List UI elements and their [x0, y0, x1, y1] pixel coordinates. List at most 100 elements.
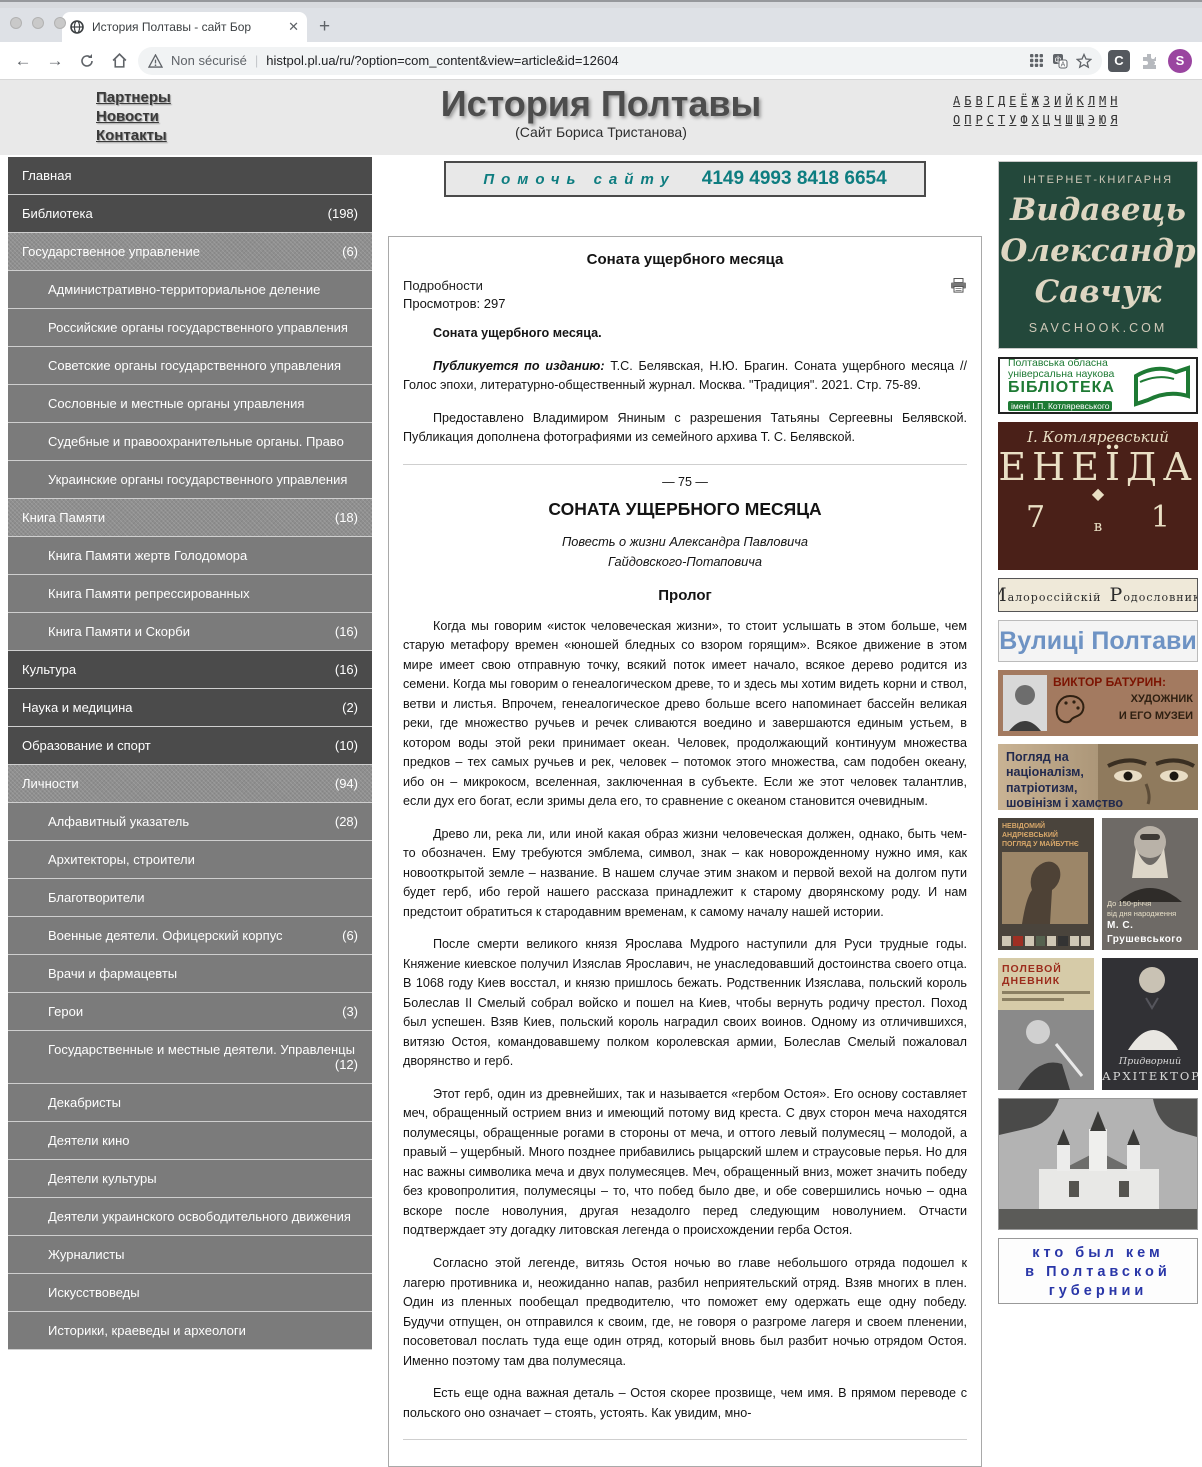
banner-savchuk-bookstore[interactable]: ІНТЕРНЕТ-КНИГАРНЯ Видавець Олександр Сав…	[998, 161, 1198, 349]
window-close-button[interactable]	[10, 17, 22, 29]
banner-rodoslovnik[interactable]: Малороссійскій Родословникъ	[998, 578, 1198, 612]
banner-field-diary[interactable]: ПОЛЕВОЙ ДНЕВНИК	[998, 958, 1094, 1090]
sidebar-menu-item[interactable]: Книга Памяти жертв Голодомора	[8, 537, 372, 575]
extensions-puzzle-icon[interactable]	[1136, 48, 1162, 74]
apps-grid-icon[interactable]	[1029, 53, 1044, 68]
sidebar-menu-item[interactable]: Наука и медицина (2)	[8, 689, 372, 727]
alphabet-letter-link[interactable]: Щ	[1077, 111, 1084, 130]
alphabet-letter-link[interactable]: Э	[1088, 111, 1095, 130]
alphabet-letter-link[interactable]: Ч	[1054, 111, 1061, 130]
sidebar-menu-item[interactable]: Государственное управление (6)	[8, 233, 372, 271]
security-label[interactable]: Non sécurisé	[171, 53, 247, 68]
donate-banner[interactable]: Помочь сайту 4149 4993 8418 6654	[444, 161, 926, 197]
alphabet-letter-link[interactable]: Ш	[1065, 111, 1072, 130]
alphabet-letter-link[interactable]: О	[953, 111, 960, 130]
sidebar-menu-item[interactable]: Благотворители	[8, 879, 372, 917]
sidebar-menu-item[interactable]: Культура (16)	[8, 651, 372, 689]
sidebar-menu-item[interactable]: Деятели кино	[8, 1122, 372, 1160]
alphabet-letter-link[interactable]: Б	[964, 92, 971, 111]
alphabet-letter-link[interactable]: Й	[1065, 92, 1072, 111]
banner-andrievsky-cover[interactable]: НЕВІДОМИЙ АНДРІЄВСЬКИЙ ПОГЛЯД У МАЙБУТНЄ	[998, 818, 1094, 950]
sidebar-menu-item[interactable]: Искусствоведы	[8, 1274, 372, 1312]
banner-kto-byl-kem[interactable]: кто был кемв Полтавскойгубернии	[998, 1238, 1198, 1304]
sidebar-item-count: (94)	[335, 776, 358, 791]
alphabet-letter-link[interactable]: Н	[1110, 92, 1117, 111]
alphabet-letter-link[interactable]: Т	[998, 111, 1005, 130]
profile-avatar[interactable]: S	[1168, 49, 1192, 73]
alphabet-letter-link[interactable]: Ц	[1043, 111, 1050, 130]
banner-baturyn[interactable]: ВИКТОР БАТУРИН: ХУДОЖНИК И ЕГО МУЗЕИ	[998, 670, 1198, 736]
sidebar-menu-item[interactable]: Советские органы государственного управл…	[8, 347, 372, 385]
sidebar-menu-item[interactable]: Образование и спорт (10)	[8, 727, 372, 765]
url-text[interactable]: histpol.pl.ua/ru/?option=com_content&vie…	[266, 53, 1021, 68]
bookmark-star-icon[interactable]	[1076, 53, 1092, 69]
reload-button[interactable]	[74, 48, 100, 74]
banner-vulytsi-poltavy[interactable]: Вулиці Полтави	[998, 620, 1198, 662]
browser-tab[interactable]: История Полтавы - сайт Бор ✕	[62, 12, 307, 42]
banner-hrushevsky[interactable]: До 150-річчя від дня народження М. С. Гр…	[1102, 818, 1198, 950]
alphabet-letter-link[interactable]: М	[1099, 92, 1106, 111]
sidebar-menu-item[interactable]: Государственные и местные деятели. Управ…	[8, 1031, 372, 1084]
sidebar-menu-item[interactable]: Сословные и местные органы управления	[8, 385, 372, 423]
sidebar-menu-item[interactable]: Герои (3)	[8, 993, 372, 1031]
body-paragraph: Когда мы говорим «исток человеческая жиз…	[403, 617, 967, 812]
alphabet-letter-link[interactable]: Д	[998, 92, 1005, 111]
alphabet-letter-link[interactable]: З	[1043, 92, 1050, 111]
globe-favicon-icon	[70, 20, 84, 34]
alphabet-letter-link[interactable]: Л	[1088, 92, 1095, 111]
alphabet-letter-link[interactable]: Ю	[1099, 111, 1106, 130]
alphabet-letter-link[interactable]: П	[964, 111, 971, 130]
sidebar-menu-item[interactable]: Деятели культуры	[8, 1160, 372, 1198]
forward-button[interactable]: →	[42, 48, 68, 74]
window-controls[interactable]	[10, 17, 66, 29]
sidebar-menu-item[interactable]: Главная	[8, 157, 372, 195]
sidebar-menu-item[interactable]: Книга Памяти и Скорби (16)	[8, 613, 372, 651]
sidebar-item-label: Архитекторы, строители	[48, 852, 195, 867]
sidebar-menu-item[interactable]: Книга Памяти (18)	[8, 499, 372, 537]
alphabet-letter-link[interactable]: С	[987, 111, 994, 130]
tab-close-icon[interactable]: ✕	[288, 19, 299, 35]
alphabet-letter-link[interactable]: Ф	[1020, 111, 1027, 130]
alphabet-letter-link[interactable]: И	[1054, 92, 1061, 111]
home-button[interactable]	[106, 48, 132, 74]
sidebar-menu-item[interactable]: Российские органы государственного управ…	[8, 309, 372, 347]
new-tab-button[interactable]: +	[319, 16, 330, 38]
sidebar-menu-item[interactable]: Деятели украинского освободительного дви…	[8, 1198, 372, 1236]
sidebar-menu-item[interactable]: Декабристы	[8, 1084, 372, 1122]
alphabet-letter-link[interactable]: Я	[1110, 111, 1117, 130]
sidebar-menu-item[interactable]: Книга Памяти репрессированных	[8, 575, 372, 613]
alphabet-letter-link[interactable]: А	[953, 92, 960, 111]
window-zoom-button[interactable]	[54, 17, 66, 29]
sidebar-menu-item[interactable]: Врачи и фармацевты	[8, 955, 372, 993]
alphabet-letter-link[interactable]: У	[1009, 111, 1016, 130]
sidebar-menu-item[interactable]: Журналисты	[8, 1236, 372, 1274]
back-button[interactable]: ←	[10, 48, 36, 74]
sidebar-menu-item[interactable]: Военные деятели. Офицерский корпус (6)	[8, 917, 372, 955]
sidebar-menu-item[interactable]: Алфавитный указатель (28)	[8, 803, 372, 841]
sidebar-menu-item[interactable]: Библиотека (198)	[8, 195, 372, 233]
sidebar-menu-item[interactable]: Административно-территориальное деление	[8, 271, 372, 309]
sidebar-menu-item[interactable]: Историки, краеведы и археологи	[8, 1312, 372, 1350]
banner-poltava-library[interactable]: Полтавська обласна універсальна наукова …	[998, 357, 1198, 414]
sidebar-menu-item[interactable]: Судебные и правоохранительные органы. Пр…	[8, 423, 372, 461]
sidebar-menu-item[interactable]: Личности (94)	[8, 765, 372, 803]
alphabet-letter-link[interactable]: К	[1077, 92, 1084, 111]
alphabet-letter-link[interactable]: Е	[1009, 92, 1016, 111]
alphabet-letter-link[interactable]: Г	[987, 92, 994, 111]
alphabet-letter-link[interactable]: Ё	[1020, 92, 1027, 111]
print-button[interactable]	[950, 278, 967, 293]
sidebar-menu-item[interactable]: Архитекторы, строители	[8, 841, 372, 879]
alphabet-letter-link[interactable]: В	[975, 92, 982, 111]
alphabet-letter-link[interactable]: Х	[1032, 111, 1039, 130]
alphabet-letter-link[interactable]: Р	[975, 111, 982, 130]
sidebar-menu-item[interactable]: Украинские органы государственного управ…	[8, 461, 372, 499]
address-bar[interactable]: Non sécurisé | histpol.pl.ua/ru/?option=…	[138, 47, 1102, 75]
extension-c-badge[interactable]: C	[1108, 50, 1130, 72]
translate-icon[interactable]: ф A	[1052, 53, 1068, 69]
banner-architect[interactable]: Придворний АРХІТЕКТОР	[1102, 958, 1198, 1090]
banner-church-photo[interactable]	[998, 1098, 1198, 1230]
alphabet-letter-link[interactable]: Ж	[1032, 92, 1039, 111]
window-minimize-button[interactable]	[32, 17, 44, 29]
banner-eneida[interactable]: І. Котляревський ЕНЕЇДА ◆ 7 в 1	[998, 422, 1198, 570]
banner-pohliad[interactable]: Погляд нанаціоналізм,патріотизм,шовінізм…	[998, 744, 1198, 810]
